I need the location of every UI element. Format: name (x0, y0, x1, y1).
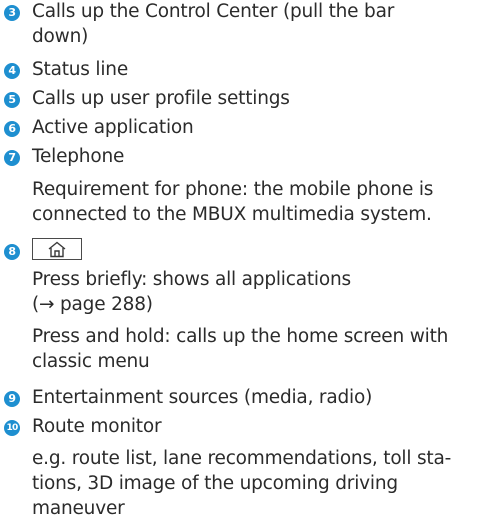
item-9-line-1: Entertainment sources (media, radio) (32, 387, 373, 408)
callout-number-9: 9 (4, 391, 20, 407)
callout-number-7: 7 (4, 150, 20, 166)
item-3-line-1: Calls up the Control Center (pull the ba… (32, 1, 395, 22)
item-4-line-1: Status line (32, 59, 129, 80)
callout-number-4: 4 (4, 63, 20, 79)
item-7-line-1: Telephone (32, 146, 125, 167)
item-7-line-3: connected to the MBUX multimedia system. (32, 204, 432, 225)
item-8-line-3: Press and hold: calls up the home screen… (32, 326, 449, 347)
manual-page: 3 Calls up the Control Center (pull the … (0, 0, 477, 519)
callout-number-6: 6 (4, 121, 20, 137)
item-10-line-2: e.g. route list, lane recommendations, t… (32, 448, 452, 469)
home-icon (48, 241, 66, 258)
item-8-line-1: Press briefly: shows all applications (32, 269, 351, 290)
home-button (32, 238, 82, 260)
callout-number-8: 8 (4, 244, 20, 260)
item-3-line-2: down) (32, 26, 89, 47)
callout-number-10: 10 (4, 420, 20, 436)
item-8-line-2: (→ page 288) (32, 294, 153, 315)
item-8-line-4: classic menu (32, 351, 150, 372)
item-6-line-1: Active application (32, 117, 194, 138)
item-10-line-1: Route monitor (32, 416, 162, 437)
item-7-line-2: Requirement for phone: the mobile phone … (32, 179, 434, 200)
item-10-line-3: tions, 3D image of the upcoming driving (32, 473, 398, 494)
callout-number-3: 3 (4, 5, 20, 21)
callout-number-5: 5 (4, 92, 20, 108)
item-10-line-4: maneuver (32, 498, 125, 519)
item-5-line-1: Calls up user profile settings (32, 88, 290, 109)
